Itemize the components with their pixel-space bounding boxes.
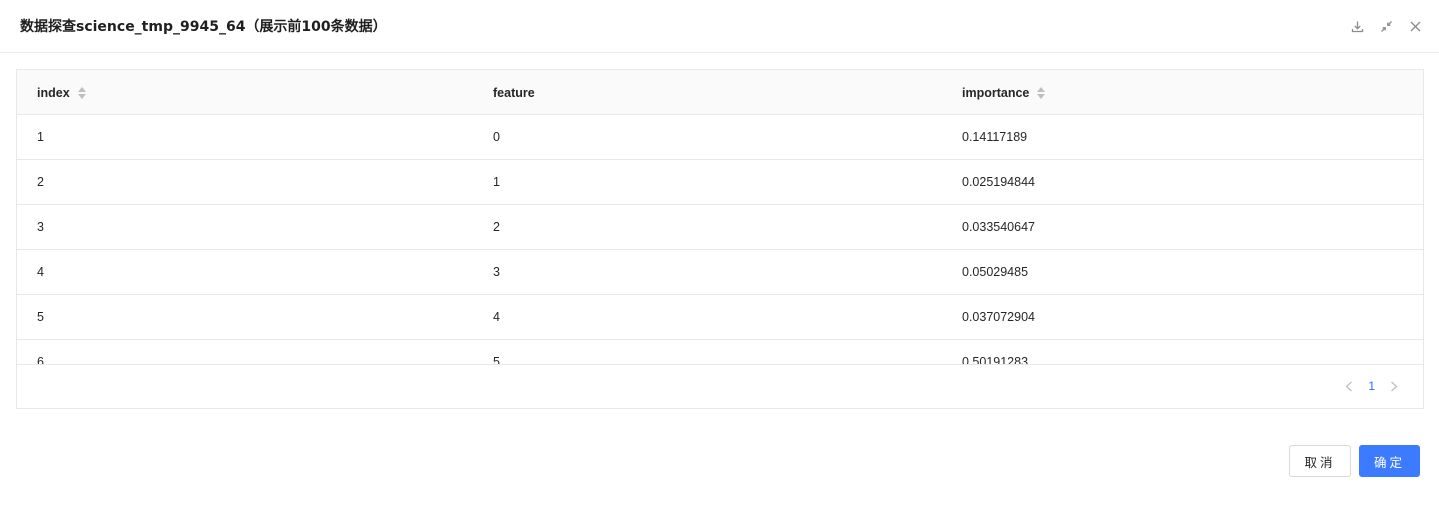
modal-title: 数据探查science_tmp_9945_64（展示前100条数据） <box>20 19 387 35</box>
pagination: 1 <box>1344 379 1399 393</box>
cell-index: 1 <box>37 130 44 144</box>
cell-importance: 0.037072904 <box>962 310 1035 324</box>
modal-header: 数据探查science_tmp_9945_64（展示前100条数据） <box>0 0 1439 53</box>
cell-feature: 3 <box>493 265 500 279</box>
cell-index: 4 <box>37 265 44 279</box>
table-row: 5 4 0.037072904 <box>17 295 1423 340</box>
cell-feature: 0 <box>493 130 500 144</box>
column-header-label: index <box>37 85 70 100</box>
cell-importance: 0.50191283 <box>962 355 1029 364</box>
prev-page-icon[interactable] <box>1344 379 1354 393</box>
table-row: 3 2 0.033540647 <box>17 205 1423 250</box>
table-row: 6 5 0.50191283 <box>17 340 1423 364</box>
cell-importance: 0.033540647 <box>962 220 1035 234</box>
table-footer: 1 <box>17 364 1423 408</box>
header-actions <box>1350 19 1423 34</box>
table-row: 1 0 0.14117189 <box>17 115 1423 160</box>
close-icon[interactable] <box>1408 19 1423 34</box>
cell-feature: 1 <box>493 175 500 189</box>
data-table: index feature importance 1 0 0.14117189 … <box>16 69 1424 409</box>
cell-index: 3 <box>37 220 44 234</box>
table-body[interactable]: 1 0 0.14117189 2 1 0.025194844 3 2 0.033… <box>17 115 1423 364</box>
sort-icon[interactable] <box>1037 86 1046 99</box>
cell-feature: 5 <box>493 355 500 364</box>
cell-feature: 4 <box>493 310 500 324</box>
cell-feature: 2 <box>493 220 500 234</box>
cell-index: 5 <box>37 310 44 324</box>
page-number-current[interactable]: 1 <box>1368 379 1375 393</box>
column-header-importance[interactable]: importance <box>962 70 1046 115</box>
confirm-button[interactable]: 确定 <box>1359 445 1420 477</box>
cancel-button[interactable]: 取消 <box>1289 445 1351 477</box>
table-row: 4 3 0.05029485 <box>17 250 1423 295</box>
download-icon[interactable] <box>1350 19 1365 34</box>
column-header-feature: feature <box>493 70 535 115</box>
cell-index: 6 <box>37 355 44 364</box>
cell-importance: 0.025194844 <box>962 175 1035 189</box>
next-page-icon[interactable] <box>1389 379 1399 393</box>
column-header-label: importance <box>962 85 1030 100</box>
column-header-label: feature <box>493 85 535 100</box>
collapse-icon[interactable] <box>1379 19 1394 34</box>
cell-importance: 0.05029485 <box>962 265 1029 279</box>
table-header: index feature importance <box>17 70 1423 115</box>
cell-importance: 0.14117189 <box>962 130 1028 144</box>
sort-icon[interactable] <box>77 86 86 99</box>
cell-index: 2 <box>37 175 44 189</box>
column-header-index[interactable]: index <box>37 70 86 115</box>
table-row: 2 1 0.025194844 <box>17 160 1423 205</box>
